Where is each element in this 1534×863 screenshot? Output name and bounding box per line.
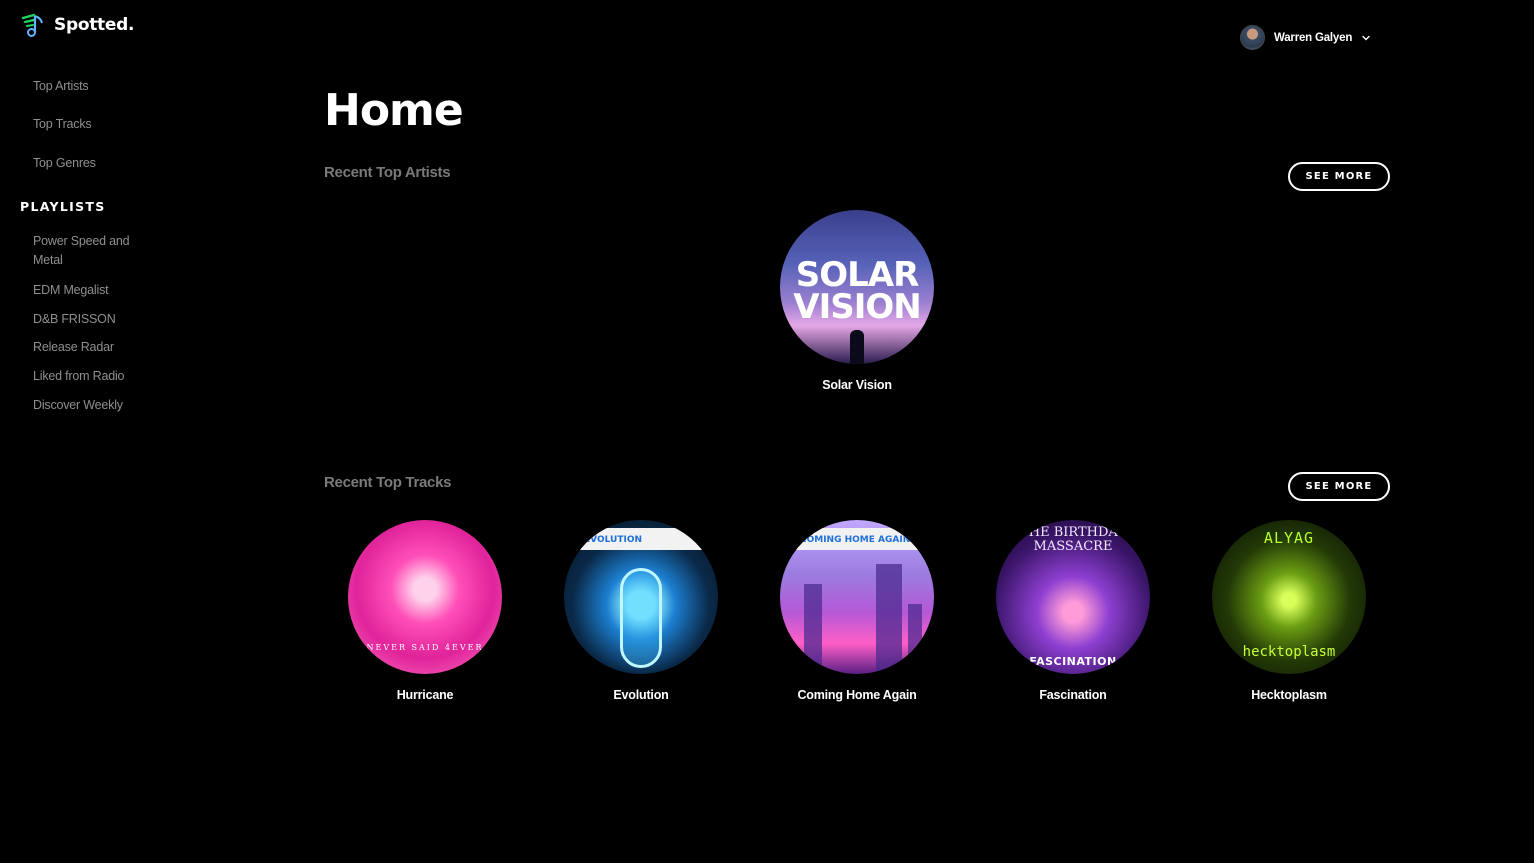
sidebar: Spotted. Top Artists Top Tracks Top Genr… [0,0,200,863]
user-menu[interactable]: Warren Galyen [1240,25,1371,50]
track-card[interactable]: ALYAG hecktoplasm Hecktoplasm [1179,520,1399,702]
artwork-text: ALYAG [1263,529,1315,547]
sidebar-item-top-genres[interactable]: Top Genres [33,156,96,170]
user-name: Warren Galyen [1274,31,1353,44]
track-name: Coming Home Again [797,688,917,702]
playlists-heading: PLAYLISTS [20,199,106,214]
artist-name: Solar Vision [822,378,892,392]
avatar [1240,25,1265,50]
artwork-shape [804,584,822,674]
page-title: Home [324,85,464,136]
artist-image: SOLAR VISION [780,210,934,364]
brand-name: Spotted. [54,15,135,35]
track-card[interactable]: COMING HOME AGAIN Coming Home Again [747,520,967,702]
track-card[interactable]: NEVER SAID 4EVER Hurricane [315,520,535,702]
artwork-banner: EVOLUTION [564,528,718,550]
artwork-text: EVOLUTION [584,535,642,545]
track-name: Fascination [1039,688,1107,702]
playlist-item[interactable]: Release Radar [33,340,114,354]
artwork-text: FASCINATION [1029,655,1117,668]
artwork-text: THE BIRTHDAY MASSACRE [1020,525,1126,554]
artwork-text: VISION [793,287,921,327]
recent-top-tracks-heading: Recent Top Tracks [324,474,452,491]
see-more-artists-button[interactable]: SEE MORE [1288,162,1390,191]
playlist-item[interactable]: Liked from Radio [33,369,124,383]
playlist-item[interactable]: Discover Weekly [33,398,123,412]
track-card[interactable]: THE BIRTHDAY MASSACRE FASCINATION Fascin… [963,520,1183,702]
recent-top-artists-heading: Recent Top Artists [324,164,451,181]
track-name: Hecktoplasm [1251,688,1327,702]
see-more-tracks-button[interactable]: SEE MORE [1288,472,1390,501]
track-image: ALYAG hecktoplasm [1212,520,1366,674]
playlist-item[interactable]: Power Speed and Metal [33,232,143,270]
track-card[interactable]: EVOLUTION Evolution [531,520,751,702]
artwork-text: COMING HOME AGAIN [800,535,911,545]
track-image: THE BIRTHDAY MASSACRE FASCINATION [996,520,1150,674]
track-image: NEVER SAID 4EVER [348,520,502,674]
artwork-figure [850,330,864,364]
artwork-shape [876,564,902,674]
artwork-banner: COMING HOME AGAIN [780,528,934,550]
playlist-item[interactable]: D&B FRISSON [33,312,116,326]
artwork-figure [620,568,662,668]
track-image: COMING HOME AGAIN [780,520,934,674]
artwork-shape [908,604,922,674]
chevron-down-icon [1362,35,1370,40]
artwork-text: hecktoplasm [1242,644,1336,660]
track-name: Hurricane [396,688,454,702]
artwork-text: NEVER SAID 4EVER [366,643,484,652]
music-note-logo-icon [21,13,43,37]
artist-card[interactable]: SOLAR VISION Solar Vision [747,210,967,392]
playlist-item[interactable]: EDM Megalist [33,283,109,297]
sidebar-item-top-tracks[interactable]: Top Tracks [33,117,92,131]
brand-logo[interactable]: Spotted. [20,12,134,38]
track-image: EVOLUTION [564,520,718,674]
sidebar-item-top-artists[interactable]: Top Artists [33,79,89,93]
track-name: Evolution [613,688,669,702]
